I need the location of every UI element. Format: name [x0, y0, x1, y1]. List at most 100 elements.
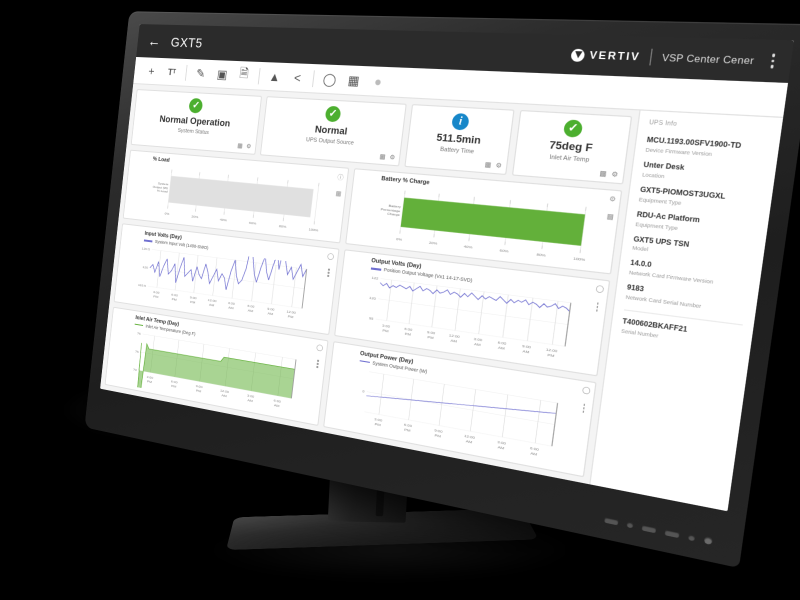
vertiv-mark-icon [571, 48, 586, 61]
gear-icon[interactable]: ⚙ [609, 196, 617, 205]
share-icon[interactable]: < [285, 66, 311, 90]
status-card-system-status[interactable]: ✓ Normal Operation System Status ▩ ⚙ [131, 89, 262, 155]
edit-pencil-icon[interactable]: ✎ [189, 62, 213, 85]
panel-kebab-icon[interactable] [328, 269, 330, 277]
chart-icon[interactable]: ▩ [335, 190, 342, 198]
chart-tool-icon[interactable]: ▦ [340, 68, 367, 92]
status-card-label: Battery Time [440, 147, 475, 156]
card-action-icons: ▩ ⚙ [484, 161, 502, 170]
vertiv-dashboard-app: ← GXT5 VERTIV VSP Center Cener + T T ✎ ▣… [100, 24, 794, 511]
panel-tools: ⚙ ▩ [606, 196, 616, 222]
chart-icon[interactable]: ▩ [606, 213, 614, 222]
svg-text:PM: PM [434, 433, 441, 438]
back-arrow-icon[interactable]: ← [147, 34, 161, 49]
alarm-warning-icon[interactable]: ▲ [262, 65, 287, 89]
panel-kebab-icon[interactable] [317, 360, 319, 368]
screenshot-stage: ← GXT5 VERTIV VSP Center Cener + T T ✎ ▣… [0, 0, 800, 600]
svg-text:120: 120 [142, 266, 148, 270]
chart-icon[interactable]: ▩ [379, 154, 386, 162]
monitor-button-icon[interactable] [642, 524, 657, 533]
monitor-power-icon[interactable] [704, 536, 713, 545]
panel-tools: ⓘ ▩ [335, 173, 344, 199]
svg-text:60%: 60% [499, 249, 509, 254]
svg-text:60%: 60% [249, 222, 257, 227]
panel-kebab-icon[interactable] [583, 404, 586, 413]
svg-text:40%: 40% [463, 245, 472, 250]
svg-text:PM: PM [147, 379, 153, 384]
svg-text:AM: AM [450, 339, 457, 344]
kebab-menu-icon[interactable] [770, 54, 775, 68]
monitor-bezel: ← GXT5 VERTIV VSP Center Cener + T T ✎ ▣… [84, 11, 800, 568]
legend-swatch-icon [370, 268, 380, 271]
svg-text:PM: PM [382, 329, 389, 334]
svg-text:PM: PM [171, 297, 177, 302]
info-item: GXT5 UPS TSN Model [632, 236, 754, 264]
info-list: MCU.1193.00SFV1900-TD Device Firmware Ver… [621, 137, 768, 350]
svg-text:20%: 20% [191, 215, 199, 219]
history-clock-icon[interactable]: ◯ [317, 67, 343, 91]
monitor-button-icon[interactable] [665, 529, 680, 538]
info-item: MCU.1193.00SFV1900-TD Device Firmware Ver… [645, 137, 768, 160]
svg-text:120: 120 [368, 296, 375, 301]
svg-text:AM: AM [529, 451, 537, 457]
svg-text:PM: PM [153, 295, 159, 300]
text-tool-button[interactable]: TT [161, 61, 184, 84]
status-card-ups-output-source[interactable]: ✓ Normal UPS Output Source ▩ ⚙ [260, 96, 408, 167]
svg-text:0%: 0% [395, 238, 402, 243]
panel-tools: ◯ [314, 344, 323, 368]
svg-text:20%: 20% [428, 241, 437, 246]
status-card-inlet-air-temp[interactable]: ✓ 75deg F Inlet Air Temp ▩ ⚙ [512, 110, 632, 185]
clock-icon[interactable]: ◯ [582, 386, 591, 395]
gear-icon[interactable]: ⚙ [495, 162, 502, 170]
info-panel-header: UPS Info [649, 119, 771, 133]
monitor-button-icon[interactable] [627, 521, 634, 528]
svg-text:76: 76 [137, 332, 141, 336]
svg-text:PM: PM [404, 332, 411, 337]
chart-icon[interactable]: ▩ [237, 143, 243, 150]
clock-icon[interactable]: ◯ [316, 344, 323, 352]
svg-text:PM: PM [171, 384, 177, 389]
info-circle-icon: i [451, 113, 470, 131]
image-tool-icon[interactable]: ▣ [210, 63, 234, 86]
svg-text:Charge: Charge [386, 212, 400, 217]
status-card-battery-time[interactable]: i 511.5min Battery Time ▩ ⚙ [405, 104, 515, 175]
gear-icon[interactable]: ⚙ [246, 143, 252, 150]
monitor-device: ← GXT5 VERTIV VSP Center Cener + T T ✎ ▣… [0, 0, 800, 600]
svg-text:PM: PM [288, 315, 294, 320]
monitor-button-icon[interactable] [604, 516, 618, 525]
gear-icon[interactable]: ⚙ [389, 154, 396, 162]
add-widget-button[interactable]: + [140, 60, 163, 82]
svg-text:AM: AM [473, 342, 480, 347]
clock-icon[interactable]: ◯ [595, 285, 604, 294]
screen: ← GXT5 VERTIV VSP Center Cener + T T ✎ ▣… [100, 24, 794, 511]
toolbar-divider [185, 64, 188, 80]
chart-icon[interactable]: ▩ [484, 161, 491, 169]
svg-text:AM: AM [497, 346, 505, 351]
card-action-icons: ▩ ⚙ [379, 154, 396, 163]
info-circle-icon[interactable]: ⓘ [337, 173, 344, 183]
svg-text:40%: 40% [220, 218, 228, 223]
gear-icon[interactable]: ⚙ [611, 171, 619, 180]
svg-text:AM: AM [247, 398, 253, 403]
check-circle-icon: ✓ [189, 98, 204, 114]
file-tool-icon[interactable]: 🗎 [232, 63, 257, 86]
chart-icon[interactable]: ▩ [599, 170, 607, 179]
toolbar-divider [258, 68, 261, 84]
monitor-button-icon[interactable] [688, 534, 695, 541]
svg-text:100%: 100% [308, 228, 318, 233]
svg-text:PM: PM [547, 353, 555, 358]
panel-kebab-icon[interactable] [596, 303, 599, 312]
legend-swatch-icon [144, 240, 153, 242]
svg-text:120.5: 120.5 [142, 247, 151, 252]
svg-text:PM: PM [190, 300, 196, 305]
dashboard-body: ✓ Normal Operation System Status ▩ ⚙ ✓ N… [100, 84, 783, 511]
check-circle-icon: ✓ [563, 119, 583, 137]
status-card-label: UPS Output Source [306, 137, 354, 147]
clock-icon[interactable]: ◯ [327, 253, 335, 261]
svg-text:122: 122 [371, 276, 378, 281]
topbar-right-group: VERTIV VSP Center Cener [571, 46, 776, 69]
shield-status-icon[interactable]: ● [364, 69, 392, 94]
info-item: 9183 Network Card Serial Number [625, 285, 746, 315]
svg-text:AM: AM [209, 303, 215, 308]
info-item: RDU-Ac Platform Equipment Type [635, 211, 757, 238]
